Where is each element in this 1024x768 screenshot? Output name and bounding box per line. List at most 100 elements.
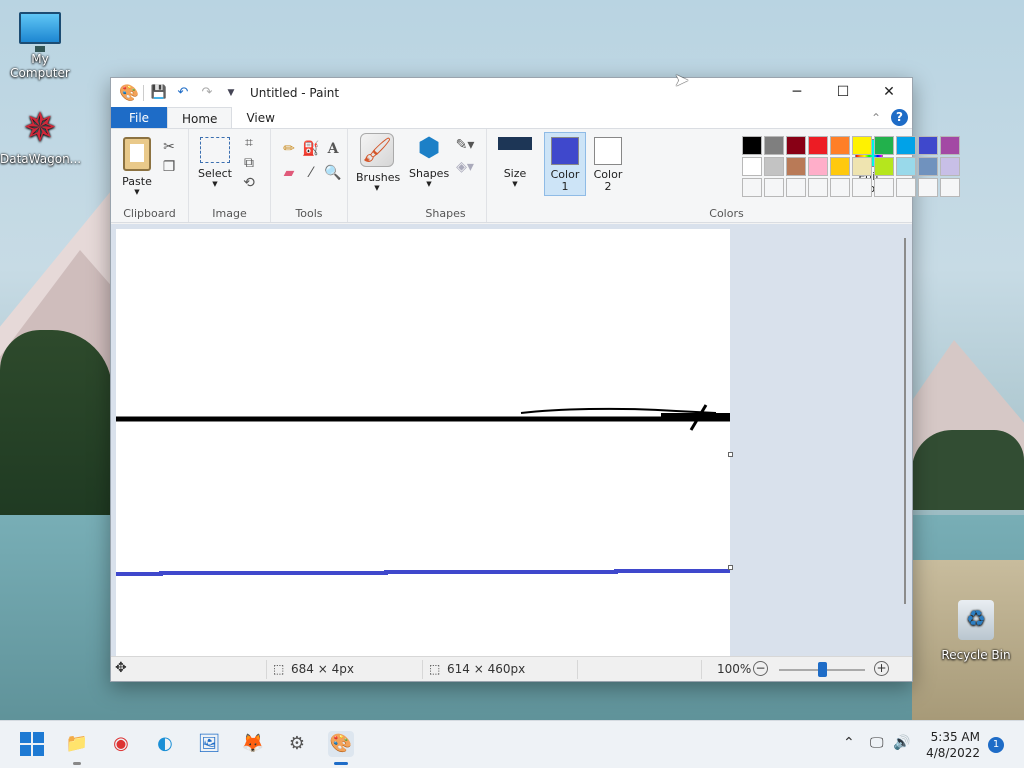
paint-app-icon[interactable]: 🎨 — [119, 83, 139, 102]
mouse-cursor-icon: ➤ — [674, 70, 690, 91]
desktop-icon-my-computer[interactable]: My Computer — [0, 12, 80, 80]
shapes-group: ⬢ Shapes ▼ ✎▾ ◈▾ Shapes — [405, 129, 487, 222]
fill-icon[interactable]: ◈▾ — [455, 159, 475, 175]
zoom-slider-thumb[interactable] — [818, 662, 827, 677]
brushes-group: 🖌 Brushes ▼ — [348, 129, 405, 222]
maximize-button[interactable]: ☐ — [820, 78, 866, 107]
move-cursor-icon: ✥ — [115, 660, 127, 676]
close-button[interactable]: ✕ — [866, 78, 912, 107]
color-picker-icon[interactable]: ⁄ — [301, 165, 321, 181]
palette-swatch[interactable] — [918, 157, 938, 176]
palette-swatch[interactable] — [896, 136, 916, 155]
palette-swatch[interactable] — [918, 178, 938, 197]
palette-swatch[interactable] — [742, 157, 762, 176]
resize-handle[interactable] — [728, 565, 733, 570]
palette-swatch[interactable] — [852, 136, 872, 155]
clipboard-group: Paste ▼ ✂ ❐ Clipboard — [111, 129, 189, 222]
firefox-icon[interactable]: 🦊 — [240, 731, 266, 757]
resize-icon[interactable]: ⧉ — [239, 155, 259, 171]
eraser-icon[interactable]: ▰ — [279, 165, 299, 181]
pencil-icon[interactable]: ✏ — [279, 141, 299, 157]
tab-home[interactable]: Home — [167, 107, 233, 128]
color2-button[interactable]: Color 2 — [588, 133, 628, 195]
palette-swatch[interactable] — [830, 136, 850, 155]
brush-icon: 🖌 — [360, 133, 394, 167]
cut-icon[interactable]: ✂ — [159, 139, 179, 155]
palette-swatch[interactable] — [808, 178, 828, 197]
zoom-out-button[interactable]: − — [753, 661, 768, 676]
palette-swatch[interactable] — [830, 157, 850, 176]
palette-swatch[interactable] — [874, 178, 894, 197]
rotate-icon[interactable]: ⟲ — [239, 175, 259, 191]
canvas-size: 614 × 460px — [447, 662, 526, 676]
minimize-button[interactable]: ─ — [774, 78, 820, 107]
zoom-in-button[interactable]: + — [874, 661, 889, 676]
palette-swatch[interactable] — [940, 178, 960, 197]
vertical-scrollbar[interactable] — [904, 238, 906, 604]
palette-swatch[interactable] — [742, 178, 762, 197]
file-menu[interactable]: File — [111, 107, 167, 128]
palette-swatch[interactable] — [742, 136, 762, 155]
palette-swatch[interactable] — [874, 136, 894, 155]
file-explorer-icon[interactable]: 📁 — [64, 731, 90, 765]
network-icon[interactable]: 🖵 — [870, 735, 884, 751]
desktop-icon-recycle-bin[interactable]: ♻ Recycle Bin — [936, 600, 1016, 662]
brushes-button[interactable]: 🖌 Brushes ▼ — [356, 133, 400, 192]
magnifier-icon[interactable]: 🔍 — [323, 165, 343, 181]
palette-swatch[interactable] — [852, 157, 872, 176]
desktop-icon-datawagon[interactable]: ✵ DataWagon... — [0, 106, 81, 166]
color-palette — [742, 136, 960, 197]
tab-view[interactable]: View — [232, 107, 288, 128]
palette-swatch[interactable] — [764, 178, 784, 197]
copy-icon[interactable]: ❐ — [159, 159, 179, 175]
outline-icon[interactable]: ✎▾ — [455, 137, 475, 153]
volume-icon[interactable]: 🔊 — [893, 735, 910, 751]
save-icon[interactable]: 💾 — [150, 85, 168, 100]
palette-swatch[interactable] — [874, 157, 894, 176]
text-icon[interactable]: A — [323, 141, 343, 157]
photos-icon[interactable]: 🖼 — [196, 731, 222, 757]
settings-icon[interactable]: ⚙ — [284, 731, 310, 757]
drawing-strokes — [116, 404, 730, 576]
chrome-icon[interactable]: ◉ — [108, 731, 134, 757]
palette-swatch[interactable] — [786, 178, 806, 197]
resize-handle[interactable] — [728, 452, 733, 457]
redo-icon[interactable]: ↷ — [198, 85, 216, 100]
palette-swatch[interactable] — [896, 178, 916, 197]
image-group: Select ▼ ⌗ ⧉ ⟲ Image — [189, 129, 271, 222]
edge-icon[interactable]: ◐ — [152, 731, 178, 757]
undo-icon[interactable]: ↶ — [174, 85, 192, 100]
title-bar[interactable]: 🎨 💾 ↶ ↷ ▼ Untitled - Paint ─ ☐ ✕ — [111, 78, 912, 107]
palette-swatch[interactable] — [918, 136, 938, 155]
customize-dropdown-icon[interactable]: ▼ — [222, 88, 240, 98]
selection-icon: ⬚ — [273, 662, 285, 676]
palette-swatch[interactable] — [896, 157, 916, 176]
palette-swatch[interactable] — [786, 157, 806, 176]
drawing-canvas[interactable] — [116, 229, 730, 657]
shapes-button[interactable]: ⬢ Shapes ▼ — [409, 133, 449, 188]
palette-swatch[interactable] — [764, 157, 784, 176]
paste-button[interactable]: Paste ▼ — [119, 137, 155, 196]
palette-swatch[interactable] — [786, 136, 806, 155]
color1-button[interactable]: Color 1 — [544, 132, 586, 196]
crop-icon[interactable]: ⌗ — [239, 135, 259, 151]
help-button[interactable]: ? — [891, 109, 908, 126]
paint-taskbar-icon[interactable]: 🎨 — [328, 731, 354, 765]
size-button[interactable]: Size ▼ — [495, 135, 535, 188]
paint-window: 🎨 💾 ↶ ↷ ▼ Untitled - Paint ─ ☐ ✕ File Ho… — [110, 77, 960, 682]
start-button[interactable] — [20, 731, 46, 757]
select-button[interactable]: Select ▼ — [195, 137, 235, 188]
palette-swatch[interactable] — [808, 136, 828, 155]
clock[interactable]: 5:35 AM 4/8/2022 — [926, 729, 980, 761]
shapes-icon: ⬢ — [417, 133, 441, 163]
palette-swatch[interactable] — [830, 178, 850, 197]
palette-swatch[interactable] — [808, 157, 828, 176]
palette-swatch[interactable] — [940, 136, 960, 155]
notification-badge[interactable]: 1 — [988, 737, 1004, 753]
palette-swatch[interactable] — [940, 157, 960, 176]
collapse-ribbon-icon[interactable]: ⌃ — [871, 111, 881, 125]
palette-swatch[interactable] — [764, 136, 784, 155]
fill-bucket-icon[interactable]: ⛽ — [301, 141, 321, 157]
show-hidden-icons[interactable]: ⌃ — [843, 735, 855, 751]
palette-swatch[interactable] — [852, 178, 872, 197]
